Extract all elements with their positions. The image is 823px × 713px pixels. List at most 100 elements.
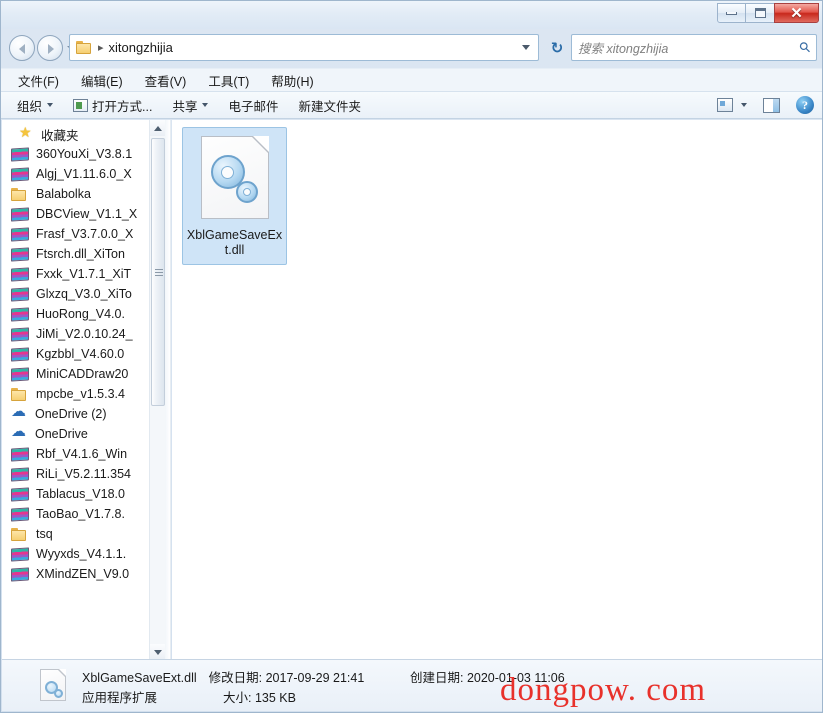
sidebar-item[interactable]: Algj_V1.11.6.0_X [2,164,165,184]
folder-icon [11,187,29,201]
address-bar[interactable]: ▸ xitongzhijia [69,34,539,61]
help-icon[interactable]: ? [796,96,814,114]
pane-splitter[interactable] [165,120,171,660]
command-toolbar: 组织 打开方式... 共享 电子邮件 新建文件夹 ? [1,91,822,119]
sidebar-item[interactable]: OneDrive [2,422,165,444]
sidebar-item[interactable]: OneDrive (2) [2,402,165,424]
minimize-icon [726,11,737,15]
address-chevron-down-icon[interactable] [522,45,530,50]
status-file-size: 大小: 135 KB [223,691,296,705]
organize-button[interactable]: 组织 [17,96,54,115]
dll-gear-icon [200,136,269,219]
sidebar-item[interactable]: Kgzbbl_V4.60.0 [2,344,165,364]
archive-icon [11,246,29,262]
refresh-button[interactable]: ↻ [546,37,568,58]
share-label: 共享 [172,99,198,114]
archive-icon [11,506,29,522]
sidebar-scrollbar[interactable] [149,120,165,660]
back-button[interactable] [9,35,35,61]
sidebar-item[interactable]: HuoRong_V4.0. [2,304,165,324]
file-item[interactable]: XblGameSaveExt.dll [182,127,287,265]
sidebar-item-label: Frasf_V3.7.0.0_X [36,227,134,241]
maximize-button[interactable] [746,3,775,23]
share-button[interactable]: 共享 [172,96,209,115]
sidebar-item[interactable]: TaoBao_V1.7.8. [2,504,165,524]
email-label: 电子邮件 [228,99,279,114]
sidebar-item[interactable]: DBCView_V1.1_X [2,204,165,224]
archive-icon [11,306,29,322]
sidebar-item[interactable]: RiLi_V5.2.11.354 [2,464,165,484]
archive-icon [11,286,29,302]
archive-icon [11,326,29,342]
status-file-name: XblGameSaveExt.dll [82,671,197,685]
archive-icon [11,166,29,182]
sidebar-item[interactable]: Wyyxds_V4.1.1. [2,544,165,564]
archive-icon [11,346,29,362]
views-chevron-down-icon[interactable] [741,103,747,107]
sidebar-item-label: 360YouXi_V3.8.1 [36,147,133,161]
new-folder-label: 新建文件夹 [298,99,361,114]
chevron-down-icon [47,103,54,107]
views-icon[interactable] [717,98,733,112]
minimize-button[interactable] [717,3,746,23]
sidebar-item-label: Ftsrch.dll_XiTon [36,247,125,261]
sidebar-item-label: XMindZEN_V9.0 [36,567,130,581]
scrollbar-grip-icon [155,269,163,276]
maximize-icon [754,8,766,18]
sidebar-item-label: HuoRong_V4.0. [36,307,125,321]
new-folder-button[interactable]: 新建文件夹 [298,96,361,115]
breadcrumb[interactable]: xitongzhijia [109,40,173,55]
file-list-pane[interactable]: XblGameSaveExt.dll [172,120,822,660]
window-controls: ✕ [717,3,819,23]
sidebar-item[interactable]: tsq [2,524,165,544]
sidebar-item[interactable]: mpcbe_v1.5.3.4 [2,384,165,404]
menu-item-tools[interactable]: 工具(T) [205,69,252,92]
menu-item-file[interactable]: 文件(F) [15,69,62,92]
sidebar-item[interactable]: 360YouXi_V3.8.1 [2,144,165,164]
sidebar-item-label: DBCView_V1.1_X [36,207,138,221]
menu-item-edit[interactable]: 编辑(E) [78,69,126,92]
menu-item-help[interactable]: 帮助(H) [268,69,316,92]
archive-icon [11,266,29,282]
sidebar-header-label: 收藏夹 [41,128,79,143]
open-with-label: 打开方式... [92,99,153,114]
open-with-icon [73,98,89,112]
sidebar-item-label: MiniCADDraw20 [36,367,129,381]
forward-button[interactable] [37,35,63,61]
sidebar-item[interactable]: JiMi_V2.0.10.24_ [2,324,165,344]
scrollbar-thumb[interactable] [151,138,165,406]
search-box[interactable]: 搜索 xitongzhijia ⚲ [571,34,817,61]
archive-icon [11,206,29,222]
status-modified-date: 修改日期: 2017-09-29 21:41 [208,671,365,685]
sidebar-item[interactable]: Tablacus_V18.0 [2,484,165,504]
open-with-button[interactable]: 打开方式... [73,96,152,115]
close-button[interactable]: ✕ [774,3,819,23]
preview-pane-icon[interactable] [763,97,780,113]
sidebar-item[interactable]: Rbf_V4.1.6_Win [2,444,165,464]
chevron-down-icon [154,649,162,655]
cloud-icon [11,422,29,442]
search-icon[interactable]: ⚲ [795,38,814,57]
scroll-up-button[interactable] [150,120,165,136]
gear-small-icon [232,181,261,203]
favorites-list: 收藏夹 360YouXi_V3.8.1 Algj_V1.11.6.0_X Bal… [2,120,165,584]
sidebar-item[interactable]: MiniCADDraw20 [2,364,165,384]
menu-item-view[interactable]: 查看(V) [142,69,190,92]
search-input[interactable]: 搜索 xitongzhijia [578,38,668,57]
sidebar-item[interactable]: Frasf_V3.7.0.0_X [2,224,165,244]
archive-icon [11,546,29,562]
email-button[interactable]: 电子邮件 [228,96,278,115]
sidebar-item[interactable]: Fxxk_V1.7.1_XiT [2,264,165,284]
chevron-up-icon [154,125,162,131]
status-file-type: 应用程序扩展 [82,691,158,705]
sidebar-item-label: mpcbe_v1.5.3.4 [36,387,125,401]
archive-icon [11,566,29,582]
sidebar-item[interactable]: XMindZEN_V9.0 [2,564,165,584]
sidebar-item[interactable]: Ftsrch.dll_XiTon [2,244,165,264]
sidebar-item-label: Wyyxds_V4.1.1. [36,547,127,561]
scroll-down-button[interactable] [150,644,165,660]
sidebar-header-favorites[interactable]: 收藏夹 [2,124,165,144]
sidebar-item[interactable]: Glxzq_V3.0_XiTo [2,284,165,304]
sidebar-item[interactable]: Balabolka [2,184,165,204]
sidebar-item-label: RiLi_V5.2.11.354 [36,467,131,481]
